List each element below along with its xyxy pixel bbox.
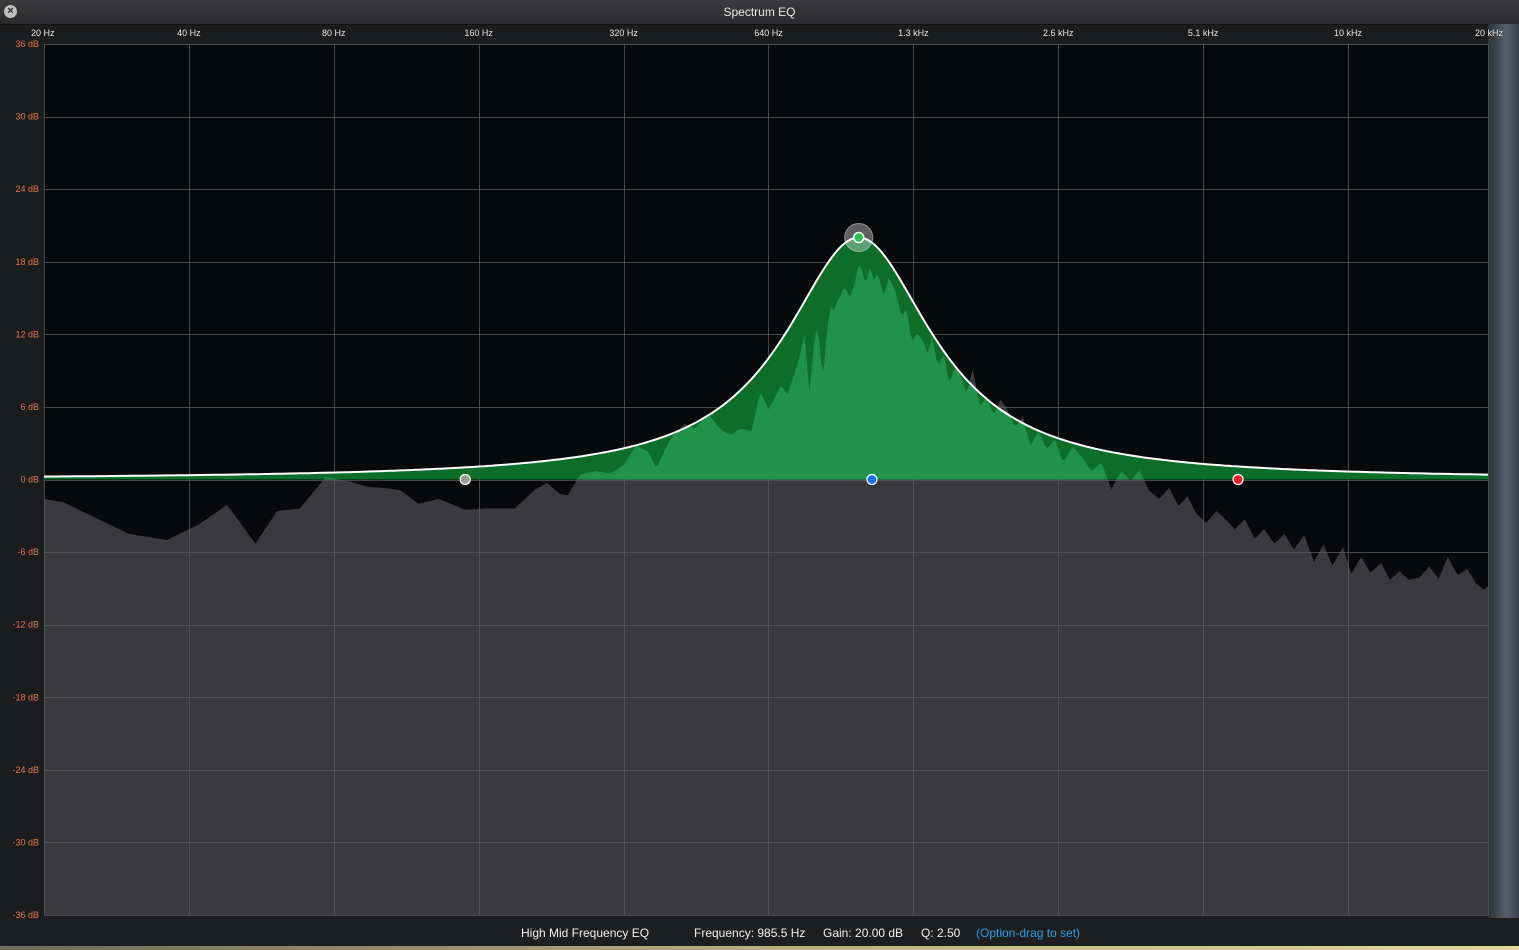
low-band-handle[interactable]	[459, 473, 471, 486]
x-tick-label: 20 Hz	[31, 28, 55, 38]
y-tick-label: 36 dB	[15, 39, 39, 49]
y-tick-label: -6 dB	[17, 547, 39, 557]
center-band-handle[interactable]	[866, 473, 878, 486]
x-tick-label: 320 Hz	[609, 28, 638, 38]
y-tick-label: 18 dB	[15, 257, 39, 267]
x-tick-label: 40 Hz	[177, 28, 201, 38]
y-tick-label: 12 dB	[15, 329, 39, 339]
peak-band-handle[interactable]	[852, 231, 865, 244]
frequency-readout: Frequency: 985.5 Hz	[694, 926, 806, 940]
band-name: High Mid Frequency EQ	[521, 926, 650, 940]
x-tick-label: 80 Hz	[322, 28, 346, 38]
x-tick-label: 2.6 kHz	[1043, 28, 1074, 38]
y-tick-label: 30 dB	[15, 112, 39, 122]
x-tick-label: 5.1 kHz	[1188, 28, 1219, 38]
y-tick-label: 24 dB	[15, 184, 39, 194]
y-tick-label: -18 dB	[12, 692, 39, 702]
x-tick-label: 160 Hz	[464, 28, 493, 38]
x-tick-label: 20 kHz	[1475, 28, 1504, 38]
q-readout: Q: 2.50	[921, 926, 961, 940]
y-tick-label: -24 dB	[12, 765, 39, 775]
bottom-window-strip	[0, 946, 1519, 950]
x-tick-label: 640 Hz	[754, 28, 783, 38]
x-tick-label: 10 kHz	[1334, 28, 1363, 38]
y-tick-label: -12 dB	[12, 620, 39, 630]
gain-readout: Gain: 20.00 dB	[823, 926, 904, 940]
high-band-handle[interactable]	[1232, 473, 1244, 486]
y-tick-label: 6 dB	[20, 402, 39, 412]
eq-graph[interactable]: 20 Hz 40 Hz 80 Hz 160 Hz 320 Hz 640 Hz 1.3 kHz…	[0, 0, 1519, 950]
x-tick-label: 1.3 kHz	[898, 28, 929, 38]
y-tick-label: -30 dB	[12, 837, 39, 847]
option-drag-hint: (Option-drag to set)	[976, 926, 1081, 940]
y-tick-label: 0 dB	[20, 475, 39, 485]
